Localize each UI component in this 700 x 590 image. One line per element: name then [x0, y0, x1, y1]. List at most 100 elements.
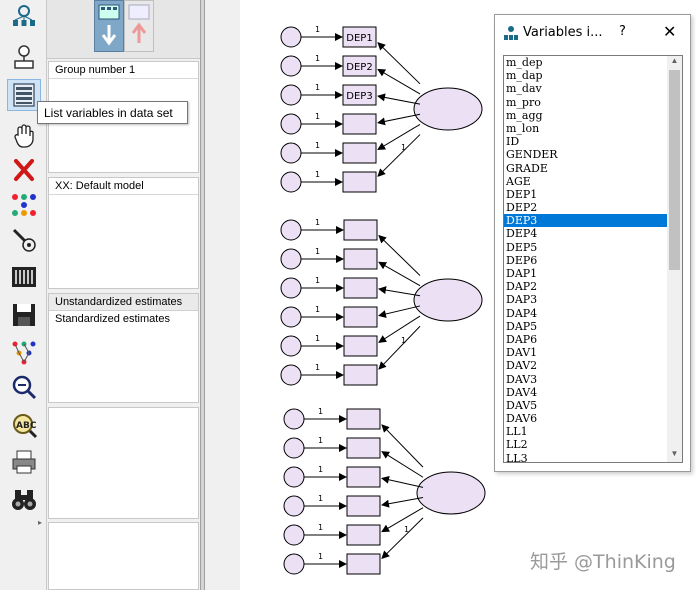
error-term[interactable]: [280, 26, 302, 48]
loading-path[interactable]: [378, 325, 421, 370]
observed-variable[interactable]: [343, 306, 378, 328]
touch-up-icon[interactable]: [8, 225, 40, 255]
variable-item[interactable]: m_dep: [504, 56, 667, 69]
view-input-button[interactable]: [94, 0, 124, 52]
error-term[interactable]: [283, 437, 305, 459]
variable-item[interactable]: DAP4: [504, 307, 667, 320]
path-label[interactable]: 1: [315, 363, 320, 372]
delete-x-icon[interactable]: [8, 155, 40, 185]
loading-path[interactable]: [377, 134, 421, 177]
variable-item[interactable]: DAP6: [504, 333, 667, 346]
variables-scrollbar[interactable]: ▲ ▼: [667, 56, 682, 462]
path-label[interactable]: 1: [315, 218, 320, 227]
variable-item[interactable]: ID: [504, 135, 667, 148]
list-variables-icon[interactable]: [7, 79, 41, 111]
error-term[interactable]: [283, 466, 305, 488]
path-label[interactable]: 1: [315, 54, 320, 63]
error-term[interactable]: [280, 219, 302, 241]
error-term[interactable]: [280, 277, 302, 299]
loading-path[interactable]: [381, 475, 424, 488]
error-term[interactable]: [280, 55, 302, 77]
error-term[interactable]: [280, 171, 302, 193]
path-label[interactable]: 1: [318, 552, 323, 561]
path-label[interactable]: 1: [318, 494, 323, 503]
loading-path[interactable]: [378, 286, 421, 297]
error-term[interactable]: [280, 335, 302, 357]
view-output-button[interactable]: [124, 0, 154, 52]
observed-variable[interactable]: [343, 219, 378, 241]
save-icon[interactable]: [8, 300, 40, 330]
variable-item[interactable]: AGE: [504, 175, 667, 188]
error-term[interactable]: [280, 306, 302, 328]
loading-path[interactable]: [377, 123, 421, 150]
path-label[interactable]: 1: [318, 523, 323, 532]
path-label[interactable]: 1: [318, 407, 323, 416]
unstandardized-estimates-item[interactable]: Unstandardized estimates: [49, 294, 198, 311]
calculate-estimates-icon[interactable]: [8, 262, 40, 292]
variable-item[interactable]: GENDER: [504, 148, 667, 161]
binoculars-icon[interactable]: [8, 484, 40, 514]
loading-path[interactable]: [381, 451, 424, 478]
scroll-down-icon[interactable]: ▼: [667, 449, 682, 462]
variable-item[interactable]: m_agg: [504, 109, 667, 122]
variable-item[interactable]: LL3: [504, 452, 667, 462]
variables-window-titlebar[interactable]: Variables i... ? ✕: [495, 15, 690, 49]
error-term[interactable]: [280, 248, 302, 270]
loading-path[interactable]: [377, 113, 421, 126]
observed-variable-label[interactable]: DEP1: [346, 33, 372, 44]
variable-item[interactable]: DAP3: [504, 293, 667, 306]
move-parameters-icon[interactable]: [8, 190, 40, 220]
print-icon[interactable]: [8, 447, 40, 477]
loading-path[interactable]: [377, 42, 421, 85]
variable-item[interactable]: DAV3: [504, 373, 667, 386]
specification-search-icon[interactable]: [8, 338, 40, 368]
observed-variable[interactable]: [346, 466, 381, 488]
variable-item[interactable]: m_pro: [504, 96, 667, 109]
observed-variable-label[interactable]: DEP3: [346, 91, 372, 102]
loading-path[interactable]: [378, 305, 421, 318]
variable-item[interactable]: DAV6: [504, 412, 667, 425]
path-label[interactable]: 1: [318, 465, 323, 474]
observed-variable[interactable]: [346, 495, 381, 517]
loading-path[interactable]: [378, 261, 421, 287]
variable-item[interactable]: DEP3: [504, 214, 667, 228]
variable-item[interactable]: GRADE: [504, 162, 667, 175]
error-term[interactable]: [283, 408, 305, 430]
model-item[interactable]: XX: Default model: [49, 178, 198, 195]
scroll-thumb[interactable]: [669, 70, 680, 270]
expand-arrow-icon[interactable]: ▸: [38, 518, 42, 527]
variable-item[interactable]: DAP5: [504, 320, 667, 333]
scroll-up-icon[interactable]: ▲: [667, 56, 682, 69]
variable-item[interactable]: m_lon: [504, 122, 667, 135]
error-term[interactable]: [280, 113, 302, 135]
path-label[interactable]: 1: [315, 305, 320, 314]
latent-variable[interactable]: [416, 471, 486, 515]
path-label[interactable]: 1: [318, 436, 323, 445]
variable-item[interactable]: LL1: [504, 425, 667, 438]
observed-variable-label[interactable]: DEP2: [346, 62, 372, 73]
loading-path[interactable]: [381, 424, 424, 468]
observed-variable[interactable]: [346, 553, 381, 575]
error-term[interactable]: [283, 553, 305, 575]
path-label[interactable]: 1: [315, 334, 320, 343]
loading-label[interactable]: 1: [401, 336, 406, 345]
error-term[interactable]: [283, 495, 305, 517]
variable-item[interactable]: DAP2: [504, 280, 667, 293]
variable-item[interactable]: m_dav: [504, 82, 667, 95]
latent-variable[interactable]: [413, 87, 483, 131]
loading-label[interactable]: 1: [404, 525, 409, 534]
loading-path[interactable]: [381, 517, 424, 560]
loading-path[interactable]: [378, 315, 421, 343]
observed-variable[interactable]: [343, 335, 378, 357]
draw-indicators-icon[interactable]: [8, 2, 40, 32]
variables-list[interactable]: m_dep m_dap m_dav m_pro m_agg m_lon ID GENDER GR…: [503, 55, 683, 463]
hand-icon[interactable]: [8, 120, 40, 150]
loading-path[interactable]: [381, 497, 424, 508]
close-icon[interactable]: ✕: [663, 22, 676, 41]
error-term[interactable]: [280, 364, 302, 386]
latent-variable[interactable]: [413, 278, 483, 322]
variable-item[interactable]: DEP6: [504, 254, 667, 267]
path-label[interactable]: 1: [315, 276, 320, 285]
error-term[interactable]: [280, 142, 302, 164]
path-label[interactable]: 1: [315, 247, 320, 256]
